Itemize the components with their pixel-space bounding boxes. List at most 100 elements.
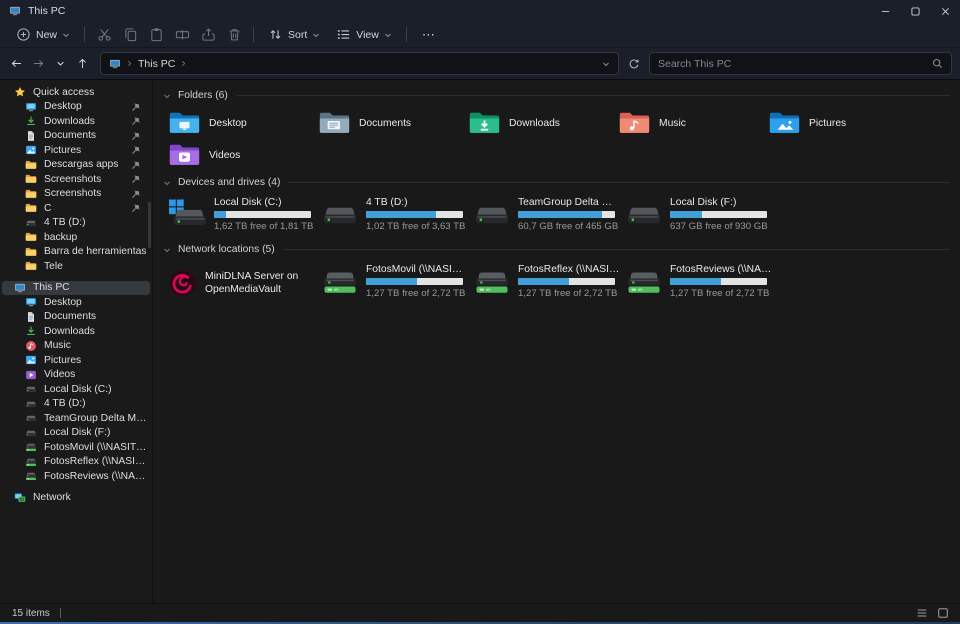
sidebar-scrollbar[interactable] xyxy=(148,202,151,248)
folder-tile-pictures[interactable]: Pictures xyxy=(765,107,915,139)
sidebar-item-downloads[interactable]: Downloads xyxy=(2,114,150,129)
folder-tile-music[interactable]: Music xyxy=(615,107,765,139)
drive-tile-local-disk-c[interactable]: Local Disk (C:)1,62 TB free of 1,81 TB xyxy=(165,194,317,238)
drive-tile-4-tb-d[interactable]: 4 TB (D:)1,02 TB free of 3,63 TB xyxy=(317,194,469,238)
sidebar-item-c[interactable]: C xyxy=(2,201,150,216)
sidebar-item-label: Videos xyxy=(44,369,75,380)
section-header-devices-and-drives-4[interactable]: Devices and drives (4) xyxy=(163,174,954,191)
netdrive-lg-icon xyxy=(624,265,664,296)
cut-button[interactable] xyxy=(91,24,117,46)
maximize-button[interactable] xyxy=(900,0,930,22)
sidebar-item-pictures[interactable]: Pictures xyxy=(2,143,150,158)
copy-button[interactable] xyxy=(117,24,143,46)
sidebar-item-tele[interactable]: Tele xyxy=(2,259,150,274)
large-icons-view-icon[interactable] xyxy=(936,606,950,620)
details-view-icon[interactable] xyxy=(915,606,929,620)
chevron-down-icon xyxy=(163,246,171,254)
sidebar-item-screenshots[interactable]: Screenshots xyxy=(2,172,150,187)
pin-icon xyxy=(131,131,141,141)
drive-tile-local-disk-f[interactable]: Local Disk (F:)637 GB free of 930 GB xyxy=(621,194,773,238)
sidebar-item-documents[interactable]: Documents xyxy=(2,310,150,325)
chevron-down-icon xyxy=(163,179,171,187)
sidebar-item-fotosmovil-nasito-o[interactable]: FotosMovil (\\NASITO) (O:) xyxy=(2,440,150,455)
drive-icon xyxy=(25,398,37,410)
address-bar[interactable]: This PC xyxy=(100,52,619,75)
sidebar-item-desktop[interactable]: Desktop xyxy=(2,100,150,115)
sidebar-item-label: Network xyxy=(33,492,71,503)
drive-tile-teamgroup-delta-max-e[interactable]: TeamGroup Delta MAX (E:)60,7 GB free of … xyxy=(469,194,621,238)
capacity-bar xyxy=(670,211,767,218)
forward-button[interactable] xyxy=(28,54,48,74)
refresh-button[interactable] xyxy=(623,53,645,75)
navigation-pane: Quick accessDesktopDownloadsDocumentsPic… xyxy=(0,80,152,603)
this-pc-icon xyxy=(109,58,121,70)
sidebar-item-videos[interactable]: Videos xyxy=(2,368,150,383)
netdrive-icon xyxy=(25,456,37,468)
chevron-down-icon xyxy=(163,92,171,100)
folder-tile-documents[interactable]: Documents xyxy=(315,107,465,139)
capacity-bar-fill xyxy=(366,211,436,218)
chevron-right-icon xyxy=(180,60,187,67)
sidebar-item-barra-de-herramientas[interactable]: Barra de herramientas xyxy=(2,245,150,260)
sidebar-item-label: FotosMovil (\\NASITO) (O:) xyxy=(44,442,150,453)
sidebar-item-label: Desktop xyxy=(44,297,82,308)
folder-tile-downloads[interactable]: Downloads xyxy=(465,107,615,139)
section-header-folders-6[interactable]: Folders (6) xyxy=(163,87,954,104)
paste-button[interactable] xyxy=(143,24,169,46)
downloads-icon xyxy=(25,115,37,127)
sidebar-item-local-disk-f[interactable]: Local Disk (F:) xyxy=(2,426,150,441)
drive-tile-fotosmovil-nasito-o[interactable]: FotosMovil (\\NASITO) (O:)1,27 TB free o… xyxy=(317,261,469,305)
address-dropdown-icon[interactable] xyxy=(602,60,610,68)
sidebar-item-downloads[interactable]: Downloads xyxy=(2,324,150,339)
sidebar-item-screenshots[interactable]: Screenshots xyxy=(2,187,150,202)
sidebar-item-pictures[interactable]: Pictures xyxy=(2,353,150,368)
f-desktop-icon xyxy=(168,110,201,136)
free-space-caption: 1,27 TB free of 2,72 TB xyxy=(366,288,468,299)
sidebar-item-fotosreflex-nasito-p[interactable]: FotosReflex (\\NASITO) (P:) xyxy=(2,455,150,470)
search-box[interactable] xyxy=(649,52,952,75)
up-button[interactable] xyxy=(72,54,92,74)
sidebar-item-label: Downloads xyxy=(44,326,95,337)
f-videos-icon xyxy=(168,142,201,168)
close-button[interactable] xyxy=(930,0,960,22)
recent-locations-button[interactable] xyxy=(50,54,70,74)
sidebar-item-backup[interactable]: backup xyxy=(2,230,150,245)
search-input[interactable] xyxy=(658,58,932,70)
sidebar-item-4-tb-d[interactable]: 4 TB (D:) xyxy=(2,397,150,412)
new-button[interactable]: New xyxy=(8,24,78,46)
drive-tile-label: TeamGroup Delta MAX (E:) xyxy=(518,197,620,208)
network-server-tile[interactable]: MiniDLNA Server on OpenMediaVault xyxy=(165,261,317,305)
back-button[interactable] xyxy=(6,54,26,74)
more-options-button[interactable]: ⋯ xyxy=(413,24,445,46)
drive-tile-fotosreviews-nasito-r[interactable]: FotosReviews (\\NASITO) (R:)1,27 TB free… xyxy=(621,261,773,305)
rename-button[interactable] xyxy=(169,24,195,46)
sidebar-item-teamgroup-delta-max-e[interactable]: TeamGroup Delta MAX (E:) xyxy=(2,411,150,426)
drive-lg-icon xyxy=(320,198,360,229)
sidebar-item-music[interactable]: Music xyxy=(2,339,150,354)
sidebar-item-descargas-apps[interactable]: Descargas apps xyxy=(2,158,150,173)
sidebar-item-quick-access[interactable]: Quick access xyxy=(2,85,150,100)
folder-tile-label: Music xyxy=(659,118,686,129)
folder-icon xyxy=(25,231,37,243)
minimize-button[interactable] xyxy=(870,0,900,22)
sidebar-item-label: Documents xyxy=(44,311,96,322)
free-space-caption: 1,02 TB free of 3,63 TB xyxy=(366,221,465,232)
sidebar-item-fotosreviews-nasito-r[interactable]: FotosReviews (\\NASITO) (R:) xyxy=(2,469,150,484)
sidebar-item-this-pc[interactable]: This PC xyxy=(2,281,150,296)
share-button[interactable] xyxy=(195,24,221,46)
sort-button[interactable]: Sort xyxy=(260,24,328,46)
section-header-network-locations-5[interactable]: Network locations (5) xyxy=(163,241,954,258)
sidebar-item-desktop[interactable]: Desktop xyxy=(2,295,150,310)
folder-tile-desktop[interactable]: Desktop xyxy=(165,107,315,139)
sidebar-item-network[interactable]: Network xyxy=(2,491,150,506)
sidebar-item-4-tb-d[interactable]: 4 TB (D:) xyxy=(2,216,150,231)
delete-button[interactable] xyxy=(221,24,247,46)
view-button[interactable]: View xyxy=(328,24,400,46)
folder-tile-videos[interactable]: Videos xyxy=(165,139,315,171)
sidebar-item-label: Documents xyxy=(44,130,96,141)
breadcrumb-this-pc[interactable]: This PC xyxy=(138,58,175,70)
sidebar-item-local-disk-c[interactable]: Local Disk (C:) xyxy=(2,382,150,397)
drive-tile-fotosreflex-nasito-p[interactable]: FotosReflex (\\NASITO) (P:)1,27 TB free … xyxy=(469,261,621,305)
capacity-bar-fill xyxy=(518,211,602,218)
sidebar-item-documents[interactable]: Documents xyxy=(2,129,150,144)
